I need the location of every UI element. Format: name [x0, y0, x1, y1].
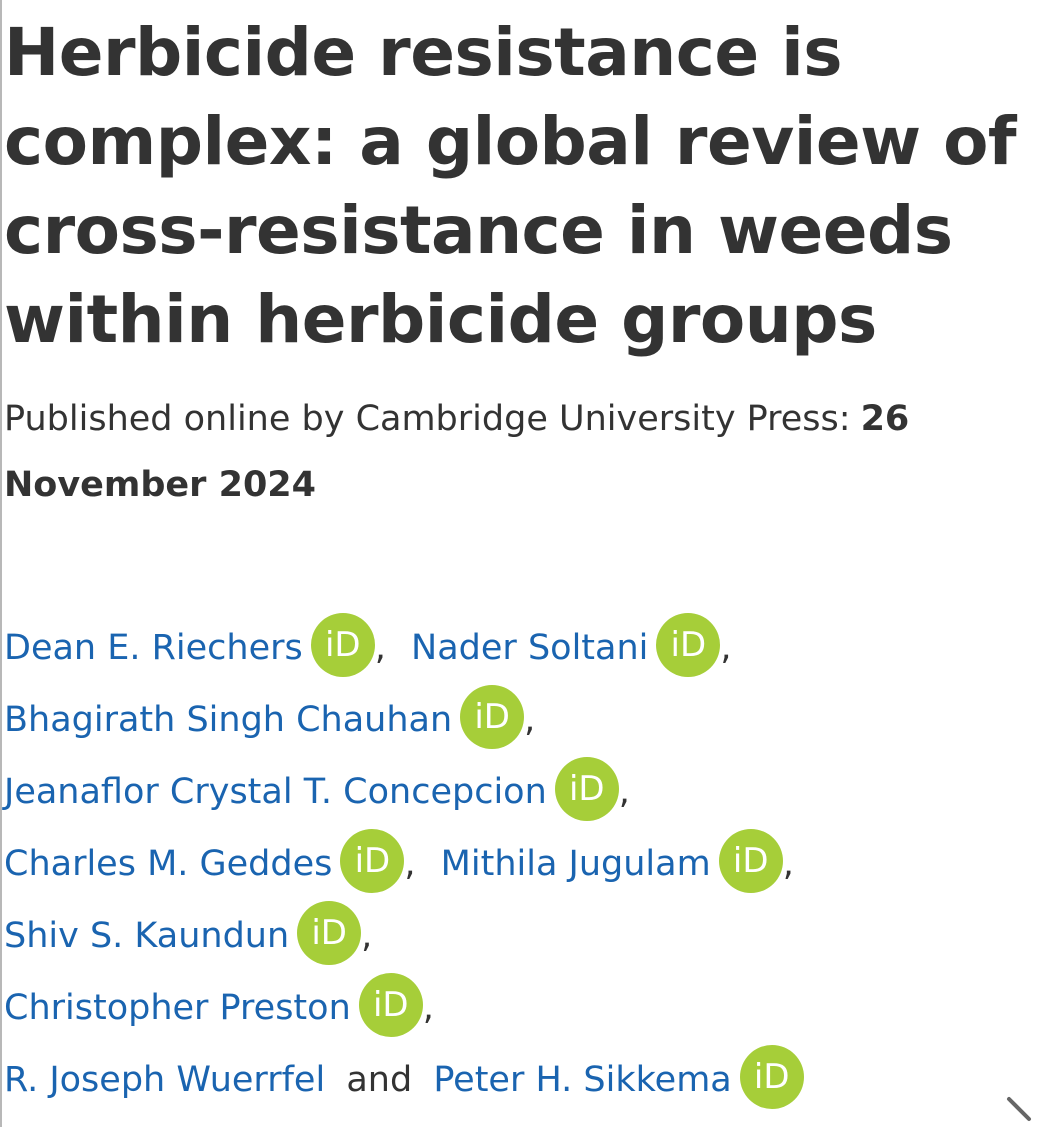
- publication-info: Published online by Cambridge University…: [4, 386, 1034, 518]
- author-link[interactable]: Shiv S. Kaundun: [4, 916, 289, 956]
- author-separator: ,: [404, 844, 416, 884]
- published-prefix: Published online by Cambridge University…: [4, 399, 851, 439]
- author-separator: ,: [782, 844, 794, 884]
- author-link[interactable]: R. Joseph Wuerrfel: [4, 1060, 325, 1100]
- author-list: Dean E. Riechers iD, Nader Soltani iD, Bha…: [4, 612, 1034, 1116]
- author-line-2: Bhagirath Singh Chauhan iD,: [4, 684, 1034, 756]
- author-separator: ,: [524, 700, 536, 740]
- author-conjunction: and: [346, 1060, 413, 1100]
- author-link[interactable]: Christopher Preston: [4, 988, 351, 1028]
- orcid-icon[interactable]: iD: [656, 613, 721, 677]
- author-link[interactable]: Jeanaflor Crystal T. Concepcion: [4, 772, 547, 812]
- author-link[interactable]: Nader Soltani: [411, 628, 648, 668]
- author-link[interactable]: Dean E. Riechers: [4, 628, 303, 668]
- author-line-5: Shiv S. Kaundun iD,: [4, 900, 1034, 972]
- author-link[interactable]: Peter H. Sikkema: [433, 1060, 731, 1100]
- author-separator: ,: [422, 988, 434, 1028]
- author-line-7: R. Joseph Wuerrfel and Peter H. Sikkema i…: [4, 1044, 1034, 1116]
- author-line-4: Charles M. Geddes iD, Mithila Jugulam iD,: [4, 828, 1034, 900]
- resize-handle-icon[interactable]: [1005, 1095, 1033, 1123]
- article-title: Herbicide resistance is complex: a globa…: [4, 14, 1017, 358]
- author-link[interactable]: Charles M. Geddes: [4, 844, 332, 884]
- author-link[interactable]: Mithila Jugulam: [441, 844, 711, 884]
- orcid-icon[interactable]: iD: [554, 757, 619, 821]
- author-separator: ,: [361, 916, 373, 956]
- author-link[interactable]: Bhagirath Singh Chauhan: [4, 700, 452, 740]
- author-line-3: Jeanaflor Crystal T. Concepcion iD,: [4, 756, 1034, 828]
- orcid-icon[interactable]: iD: [718, 829, 783, 893]
- left-border: [0, 0, 2, 1127]
- author-separator: ,: [618, 772, 630, 812]
- author-line-6: Christopher Preston iD,: [4, 972, 1034, 1044]
- author-separator: ,: [720, 628, 732, 668]
- orcid-icon[interactable]: iD: [297, 901, 362, 965]
- orcid-icon[interactable]: iD: [739, 1045, 804, 1109]
- orcid-icon[interactable]: iD: [358, 973, 423, 1037]
- orcid-icon[interactable]: iD: [460, 685, 525, 749]
- orcid-icon[interactable]: iD: [340, 829, 405, 893]
- orcid-icon[interactable]: iD: [310, 613, 375, 677]
- author-line-1: Dean E. Riechers iD, Nader Soltani iD,: [4, 612, 1034, 684]
- article-header: Herbicide resistance is complex: a globa…: [4, 0, 1034, 1116]
- author-separator: ,: [374, 628, 386, 668]
